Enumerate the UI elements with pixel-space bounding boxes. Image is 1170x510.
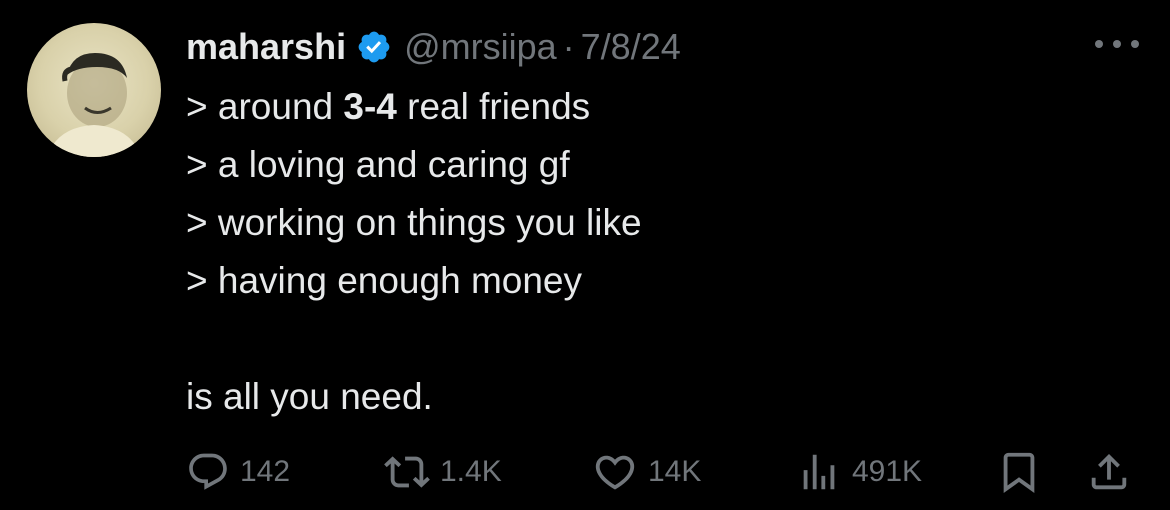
tweet-line: > having enough money <box>186 260 582 301</box>
share-icon <box>1086 449 1132 495</box>
tweet-line: is all you need. <box>186 376 433 417</box>
bookmark-icon <box>996 449 1042 495</box>
repost-count: 1.4K <box>440 455 502 488</box>
tweet-line: > a loving and caring gf <box>186 144 570 185</box>
like-button[interactable]: 14K <box>592 444 701 500</box>
more-icon[interactable] <box>1095 32 1139 56</box>
avatar-photo <box>47 53 141 157</box>
text-segment: real friends <box>396 86 591 127</box>
like-icon <box>592 449 638 495</box>
text-segment: > around <box>186 86 344 127</box>
repost-button[interactable]: 1.4K <box>384 444 502 500</box>
tweet[interactable]: maharshi @mrsiipa · 7/8/24 > around 3-4 … <box>0 0 1170 510</box>
like-count: 14K <box>648 455 702 488</box>
tweet-date[interactable]: 7/8/24 <box>581 26 681 68</box>
separator-dot: · <box>562 26 575 67</box>
tweet-text: > around 3-4 real friends > a loving and… <box>186 78 1146 426</box>
reply-button[interactable]: 142 <box>186 444 290 500</box>
views-button[interactable]: 491K <box>796 444 922 500</box>
views-count: 491K <box>852 455 923 488</box>
share-button[interactable] <box>1086 444 1132 500</box>
action-bar: 142 1.4K 14K 491K <box>186 444 1136 500</box>
author-handle[interactable]: @mrsiipa <box>404 26 557 68</box>
tweet-line: > around 3-4 real friends <box>186 78 1146 136</box>
reply-count: 142 <box>240 455 291 488</box>
avatar[interactable] <box>27 23 161 157</box>
reply-icon <box>186 450 230 494</box>
tweet-header: maharshi @mrsiipa · 7/8/24 <box>186 22 681 72</box>
repost-icon <box>384 449 430 495</box>
tweet-line: > working on things you like <box>186 202 642 243</box>
bookmark-button[interactable] <box>996 444 1042 500</box>
bold-text: 3-4 <box>343 86 397 127</box>
author-name[interactable]: maharshi <box>186 26 346 68</box>
views-icon <box>796 449 842 495</box>
verified-badge-icon <box>356 29 392 65</box>
